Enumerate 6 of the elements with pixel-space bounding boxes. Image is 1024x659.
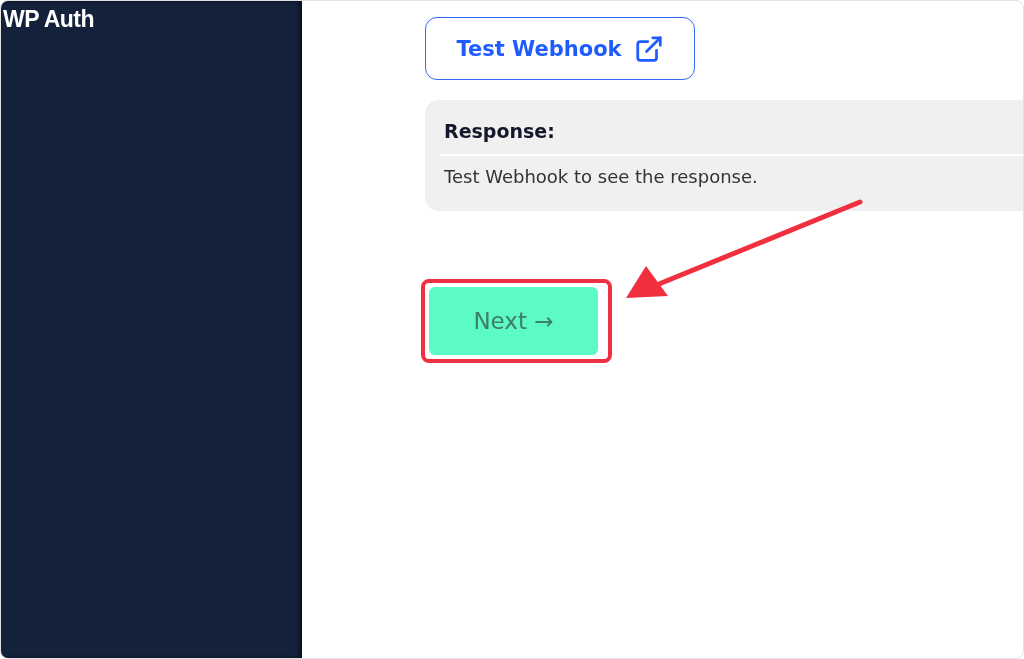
external-link-icon [633, 33, 664, 64]
app-title: WP Auth [2, 5, 96, 33]
response-text: Test Webhook to see the response. [444, 166, 759, 187]
test-webhook-button[interactable]: Test Webhook [425, 17, 695, 80]
response-heading: Response: [444, 120, 556, 142]
next-button[interactable]: Next → [429, 287, 598, 355]
